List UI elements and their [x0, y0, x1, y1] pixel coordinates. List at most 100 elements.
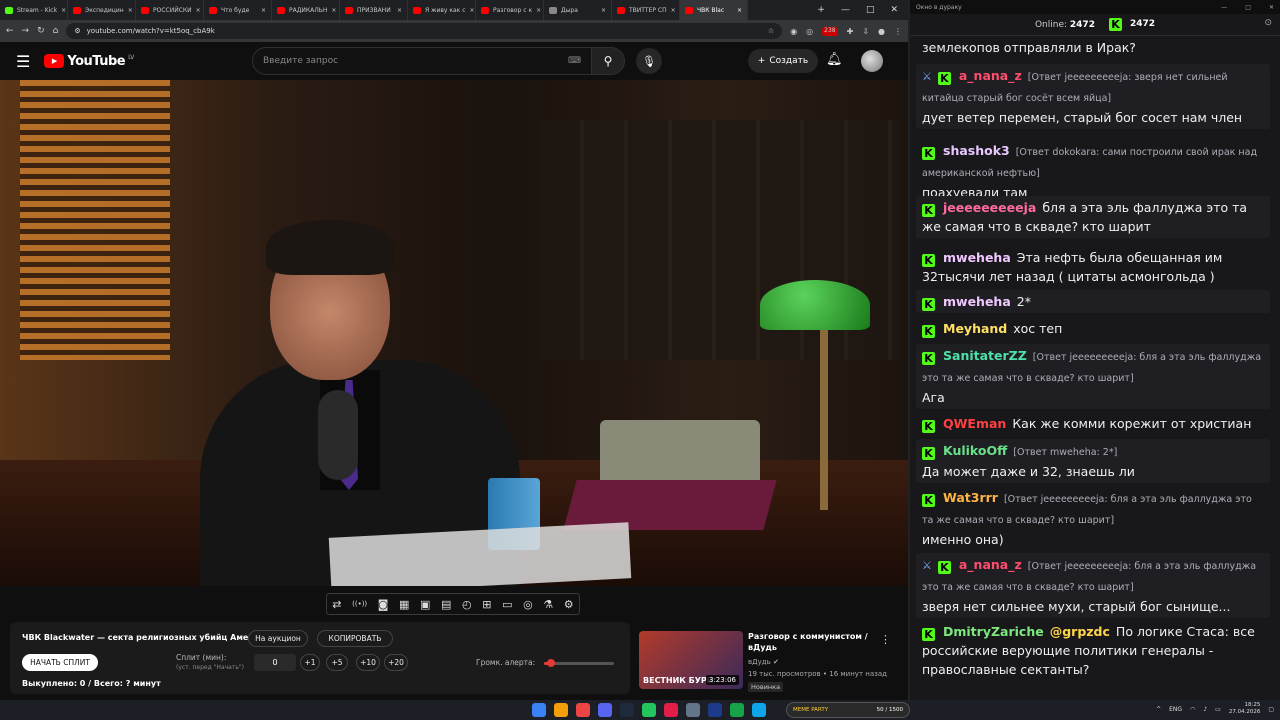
menu-dots-icon[interactable]: ⋮ [894, 27, 902, 36]
tab-close-icon[interactable]: × [261, 7, 266, 14]
recommended-title[interactable]: Разговор с коммунистом / вДудь [748, 631, 878, 653]
browser-tab[interactable]: РАДИКАЛЬН × [272, 0, 340, 20]
spotify-icon[interactable] [642, 703, 656, 717]
chat-username[interactable]: a_nana_z [959, 557, 1022, 572]
extension-badge[interactable]: 238 [822, 26, 838, 36]
tab-close-icon[interactable]: × [536, 7, 541, 14]
split-minutes-input[interactable]: 0 [254, 654, 296, 671]
tab-close-icon[interactable]: × [397, 7, 402, 14]
search-input[interactable]: Введите запрос ⌨ [252, 47, 592, 75]
close-icon[interactable]: ✕ [890, 5, 898, 15]
increment-button[interactable]: +20 [384, 654, 408, 671]
chat-username[interactable]: mweheha [943, 250, 1011, 265]
increment-button[interactable]: +5 [326, 654, 348, 671]
voice-search-button[interactable]: 🎙︎ [636, 48, 662, 74]
more-options-icon[interactable]: ⋮ [880, 633, 891, 646]
firefox-icon[interactable] [576, 703, 590, 717]
tab-close-icon[interactable]: × [737, 7, 742, 14]
chat-username[interactable]: QWEman [943, 416, 1006, 431]
video-thumbnail[interactable]: ВЕСТНИК БУРИ 3:23:06 [639, 631, 743, 689]
chat-mention[interactable]: @grpzdc [1050, 624, 1110, 639]
extension-icon[interactable]: ◉ [790, 27, 797, 36]
download-icon[interactable]: ⇩ [862, 27, 869, 36]
chat-username[interactable]: DmitryZariche [943, 624, 1044, 639]
app-icon[interactable] [708, 703, 722, 717]
bookmark-star-icon[interactable]: ☆ [768, 27, 774, 35]
new-tab-icon[interactable]: + [817, 5, 825, 15]
start-split-button[interactable]: НАЧАТЬ СПЛИТ [22, 654, 98, 671]
tab-close-icon[interactable]: × [331, 7, 336, 14]
broadcast-icon[interactable]: ((•)) [352, 600, 367, 608]
start-icon[interactable] [532, 703, 546, 717]
telegram-icon[interactable] [752, 703, 766, 717]
add-clip-icon[interactable]: ⊞ [482, 598, 491, 611]
screenshot-icon[interactable]: ◎ [523, 598, 533, 611]
chat-username[interactable]: shashok3 [943, 143, 1010, 158]
home-icon[interactable]: ⌂ [53, 26, 59, 36]
back-icon[interactable]: ← [6, 26, 14, 36]
forward-icon[interactable]: → [22, 26, 30, 36]
puzzle-icon[interactable]: ✚ [847, 27, 854, 36]
browser-tab[interactable]: Stream - Kick × [0, 0, 68, 20]
tab-close-icon[interactable]: × [671, 7, 676, 14]
auction-button[interactable]: На аукцион [248, 630, 308, 647]
hamburger-menu-icon[interactable]: ☰ [16, 52, 30, 71]
flask-icon[interactable]: ⚗ [543, 598, 553, 611]
maximize-icon[interactable]: □ [866, 5, 875, 15]
increment-button[interactable]: +1 [300, 654, 320, 671]
picture-in-picture-icon[interactable]: ▣ [420, 598, 430, 611]
chat-username[interactable]: SanitaterZZ [943, 348, 1027, 363]
clock[interactable]: 18:25 27.04.2026 [1229, 702, 1261, 716]
meme-party-widget[interactable]: MEME PARTY 50 / 1500 [786, 702, 910, 718]
loop-icon[interactable]: ⇄ [332, 598, 341, 611]
screen-rec-icon[interactable]: ▭ [502, 598, 512, 611]
extension-icon[interactable]: ◎ [806, 27, 813, 36]
video-player[interactable] [0, 80, 908, 586]
notifications-bell-icon[interactable]: 🔔︎ [826, 52, 843, 67]
browser-tab[interactable]: РОССИЙСКИ × [136, 0, 204, 20]
tab-close-icon[interactable]: × [196, 7, 201, 14]
film-strip-icon[interactable]: ▤ [441, 598, 451, 611]
chat-username[interactable]: Wat3rrr [943, 490, 998, 505]
minimize-icon[interactable]: — [1221, 4, 1227, 11]
avatar[interactable] [861, 50, 883, 72]
tab-close-icon[interactable]: × [470, 7, 475, 14]
chat-username[interactable]: mweheha [943, 294, 1011, 309]
chrome-icon[interactable] [554, 703, 568, 717]
browser-tab[interactable]: Экспедицин × [68, 0, 136, 20]
channel-name[interactable]: вДудь ✔ [748, 658, 779, 666]
speed-icon[interactable]: ◴ [462, 598, 472, 611]
youtube-logo[interactable]: ▶ YouTube LV [44, 54, 134, 69]
slider-knob[interactable] [547, 659, 555, 667]
profile-icon[interactable]: ● [878, 27, 885, 36]
camera-record-icon[interactable]: ◙ [378, 598, 389, 611]
settings-icon[interactable]: ⊙ [1264, 18, 1272, 28]
tab-close-icon[interactable]: × [128, 7, 133, 14]
app-icon[interactable] [686, 703, 700, 717]
wifi-icon[interactable]: ◠ [1190, 706, 1195, 713]
alert-volume-slider[interactable] [544, 659, 614, 667]
recommended-video[interactable]: ВЕСТНИК БУРИ 3:23:06 Разговор с коммунис… [638, 630, 898, 694]
create-button[interactable]: + Создать [748, 49, 818, 73]
settings-icon[interactable]: ⚙ [564, 598, 574, 611]
browser-tab[interactable]: ЧВК Blac × [680, 0, 748, 20]
browser-tab[interactable]: Дыра × [544, 0, 612, 20]
copy-button[interactable]: КОПИРОВАТЬ [317, 630, 393, 647]
close-icon[interactable]: ✕ [1269, 4, 1274, 11]
browser-tab[interactable]: ПРИЗВАНИ × [340, 0, 408, 20]
chevron-up-icon[interactable]: ^ [1156, 706, 1161, 713]
search-button[interactable]: ⚲ [591, 47, 625, 75]
volume-icon[interactable]: ♪ [1203, 706, 1207, 713]
notifications-icon[interactable]: ▢ [1268, 706, 1274, 713]
browser-tab[interactable]: Я живу как с × [408, 0, 476, 20]
minimize-icon[interactable]: — [841, 5, 850, 15]
discord-icon[interactable] [598, 703, 612, 717]
battery-icon[interactable]: ▭ [1215, 706, 1221, 713]
browser-tab[interactable]: Разговор с к × [476, 0, 544, 20]
app-icon[interactable] [730, 703, 744, 717]
chat-username[interactable]: Meyhand [943, 321, 1007, 336]
browser-tab[interactable]: ТВИТТЕР СП × [612, 0, 680, 20]
site-info-icon[interactable]: ⚙ [74, 27, 80, 35]
maximize-icon[interactable]: □ [1245, 4, 1251, 11]
increment-button[interactable]: +10 [356, 654, 380, 671]
